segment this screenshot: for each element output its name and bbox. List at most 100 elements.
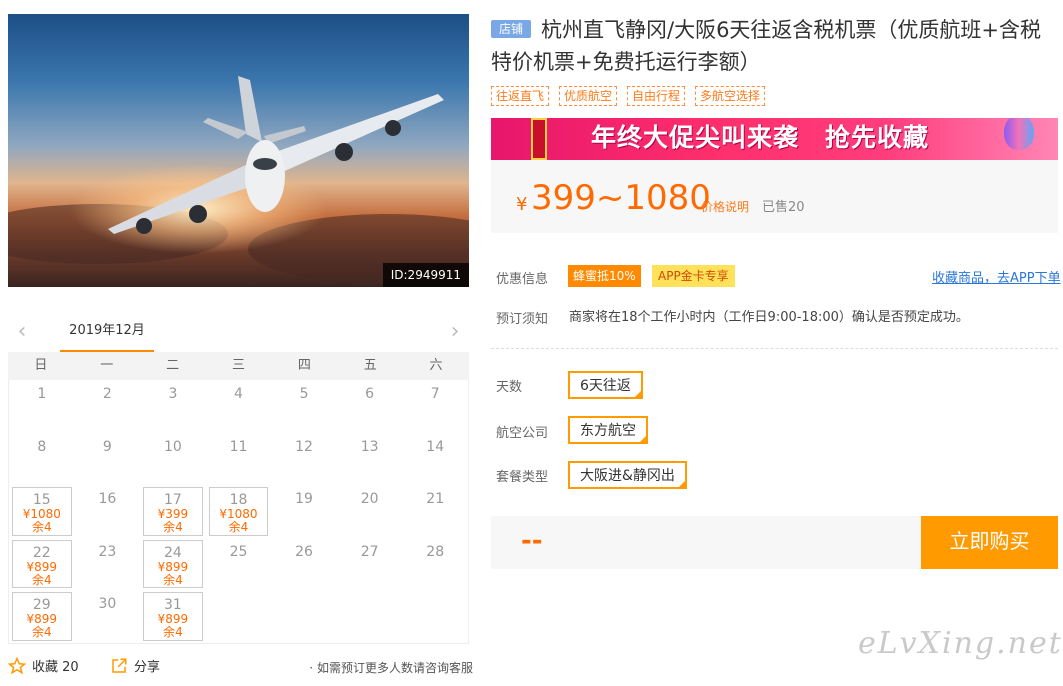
check-icon: ✓ (634, 389, 641, 398)
day-number: 2 (102, 386, 112, 402)
day-remaining: 余4 (228, 520, 249, 534)
day-remaining: 余4 (163, 625, 183, 639)
calendar-day-available[interactable]: 31 ¥899 余4 (143, 592, 203, 641)
day-number: 22 (32, 544, 51, 561)
calendar-day: 9 (78, 435, 138, 484)
option-airline[interactable]: 东方航空 ✓ (568, 416, 648, 444)
share-button[interactable]: 分享 (110, 656, 160, 675)
day-number: 5 (299, 386, 309, 402)
calendar-day-available[interactable]: 22 ¥899 余4 (12, 539, 72, 588)
check-icon: ✓ (639, 434, 646, 443)
weekday-label: 三 (231, 358, 245, 373)
day-number: 13 (360, 438, 379, 455)
weekday-label: 五 (363, 358, 377, 373)
sold-count: 已售20 (762, 200, 805, 215)
calendar-header: ‹ 2019年12月 › (8, 312, 469, 352)
calendar-day-available[interactable]: 17 ¥399 余4 (143, 487, 203, 536)
option-days-value: 6天往返 (580, 378, 631, 394)
calendar-day: 11 (209, 435, 269, 484)
calendar-day: 2 (78, 382, 138, 431)
promo-banner-text: 年终大促尖叫来袭 抢先收藏 (591, 123, 930, 152)
feature-label: 优质航空 (559, 86, 618, 106)
day-number: 19 (295, 491, 313, 507)
feature-labels: 往返直飞 优质航空 自由行程 多航空选择 (491, 86, 766, 106)
day-number: 6 (365, 386, 375, 402)
product-photo[interactable]: ID:2949911 (8, 14, 469, 287)
calendar-day-available[interactable]: 18 ¥1080 余4 (208, 487, 269, 536)
app-order-link[interactable]: 收藏商品，去APP下单 (932, 267, 1061, 286)
calendar-day: 6 (340, 382, 400, 431)
feature-label: 多航空选择 (695, 86, 766, 106)
calendar-day: 30 (78, 592, 138, 641)
day-remaining: 余4 (31, 625, 52, 639)
day-number: 30 (98, 596, 117, 612)
day-number: 31 (164, 597, 182, 613)
calendar-day-available[interactable]: 29 ¥899 余4 (12, 592, 72, 641)
day-number: 11 (229, 438, 248, 455)
day-number: 15 (32, 492, 51, 508)
booking-notice: 商家将在18个工作小时内（工作日9:00-18:00）确认是否预定成功。 (569, 310, 969, 325)
option-days[interactable]: 6天往返 ✓ (568, 371, 643, 399)
calendar-day: 28 (405, 540, 465, 589)
calendar-day-available[interactable]: 24 ¥899 余4 (143, 539, 203, 588)
promo-banner[interactable]: 年终大促尖叫来袭 抢先收藏 (491, 118, 1058, 160)
calendar-day: 20 (340, 487, 400, 536)
calendar-day: 25 (209, 540, 269, 589)
calendar-day: 7 (405, 382, 465, 431)
day-remaining: 余4 (163, 572, 183, 587)
price-calendar: ‹ 2019年12月 › 日一二三四五六 1 2 3 4 5 6 7 8 9 10 11 12 13 14… (8, 312, 469, 644)
currency-symbol: ¥ (516, 194, 528, 215)
favorite-button[interactable]: 收藏 20 (8, 656, 79, 675)
calendar-day: 14 (405, 435, 465, 484)
calendar-day: 3 (143, 382, 203, 431)
calendar-day: 27 (340, 540, 400, 589)
calendar-day: 12 (274, 435, 334, 484)
days-label: 天数 (496, 380, 523, 395)
total-price: -- (521, 526, 543, 556)
chevron-left-icon[interactable]: ‹ (12, 321, 32, 343)
feature-label: 自由行程 (627, 86, 686, 106)
option-package[interactable]: 大阪进&静冈出 ✓ (568, 461, 687, 489)
day-number: 23 (98, 543, 117, 560)
buy-now-button[interactable]: 立即购买 (921, 516, 1058, 569)
day-number: 20 (360, 491, 379, 507)
option-package-value: 大阪进&静冈出 (580, 468, 675, 484)
day-price: ¥899 (157, 559, 189, 574)
honey-discount-badge: 蜂蜜抵10% (568, 265, 641, 287)
calendar-day: 16 (78, 487, 138, 536)
option-airline-value: 东方航空 (580, 423, 636, 439)
calendar-day: 1 (12, 382, 72, 431)
day-remaining: 余4 (31, 520, 52, 534)
weekday-label: 六 (429, 358, 443, 373)
chevron-right-icon[interactable]: › (445, 321, 465, 343)
day-number: 4 (234, 386, 243, 402)
page: ID:2949911 ‹ 2019年12月 › 日一二三四五六 12345678… (0, 0, 1063, 686)
calendar-day: 8 (12, 435, 72, 484)
weekday-label: 四 (297, 358, 311, 373)
calendar-day: 23 (78, 540, 138, 589)
day-number: 16 (98, 491, 117, 507)
day-number: 21 (426, 491, 445, 507)
package-label: 套餐类型 (496, 470, 549, 485)
action-bar: 收藏 20 分享 · 如需预订更多人数请咨询客服 (8, 656, 473, 680)
calendar-day-available[interactable]: 15 ¥1080 余4 (12, 487, 72, 536)
day-number: 27 (360, 543, 379, 560)
day-remaining: 余4 (163, 520, 183, 534)
day-price: ¥899 (26, 559, 58, 574)
favorite-label: 收藏 20 (32, 660, 79, 675)
consult-hint: · 如需预订更多人数请咨询客服 (309, 661, 473, 675)
product-title: 杭州直飞静冈/大阪6天往返含税机票（优质航班+含税特价机票+免费托运行李额） (491, 18, 1042, 74)
purchase-bar: -- 立即购买 (491, 516, 1058, 569)
day-number: 7 (430, 386, 440, 402)
calendar-day: 21 (405, 487, 465, 536)
day-number: 9 (102, 438, 112, 455)
watermark-text: eLvXing.net (858, 626, 1063, 661)
feature-label: 往返直飞 (491, 86, 550, 106)
price-note-link[interactable]: 价格说明 (701, 198, 749, 215)
day-remaining: 余4 (31, 572, 52, 587)
day-number: 17 (164, 492, 182, 508)
phone-booth-graphic (531, 118, 547, 160)
weekday-header: 日一二三四五六 (8, 352, 469, 380)
calendar-day: 13 (340, 435, 400, 484)
calendar-month-tab[interactable]: 2019年12月 (60, 312, 154, 352)
